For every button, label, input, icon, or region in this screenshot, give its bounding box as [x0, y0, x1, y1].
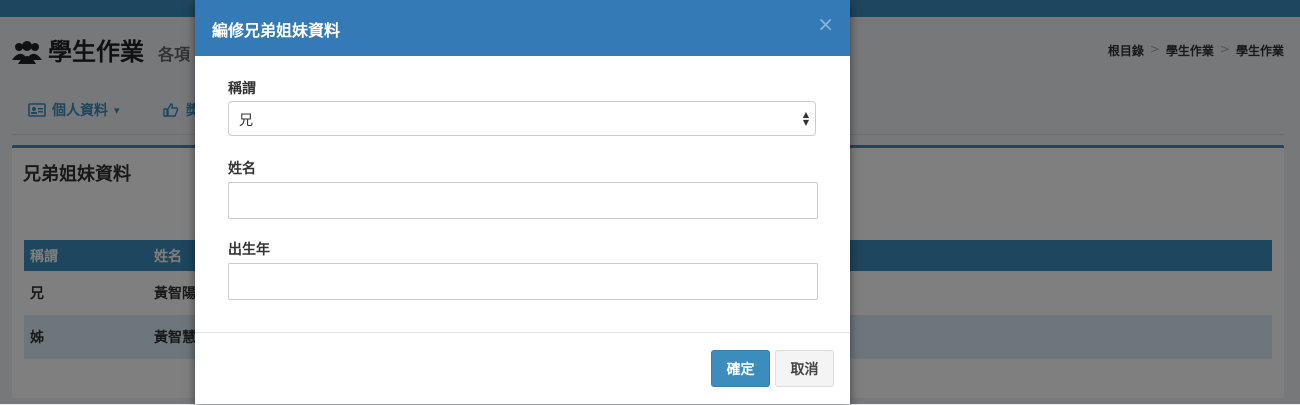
edit-sibling-modal: 編修兄弟姐妹資料 × 稱謂 兄 ▲ ▼ 姓名 出生年 確定 取消 [195, 0, 850, 404]
relation-label: 稱謂 [228, 81, 256, 97]
close-icon[interactable]: × [817, 14, 834, 34]
birth-year-label: 出生年 [228, 242, 270, 258]
confirm-button[interactable]: 確定 [711, 350, 770, 387]
cancel-button[interactable]: 取消 [775, 350, 834, 387]
modal-header: 編修兄弟姐妹資料 × [195, 0, 850, 56]
relation-select-value: 兄 [239, 113, 253, 129]
name-input[interactable] [228, 182, 818, 219]
modal-footer: 確定 取消 [195, 332, 850, 405]
birth-year-input[interactable] [228, 263, 818, 300]
name-label: 姓名 [228, 161, 256, 177]
modal-title: 編修兄弟姐妹資料 [212, 21, 341, 40]
select-arrows-icon: ▲ ▼ [802, 110, 809, 127]
relation-select[interactable]: 兄 ▲ ▼ [228, 101, 816, 136]
